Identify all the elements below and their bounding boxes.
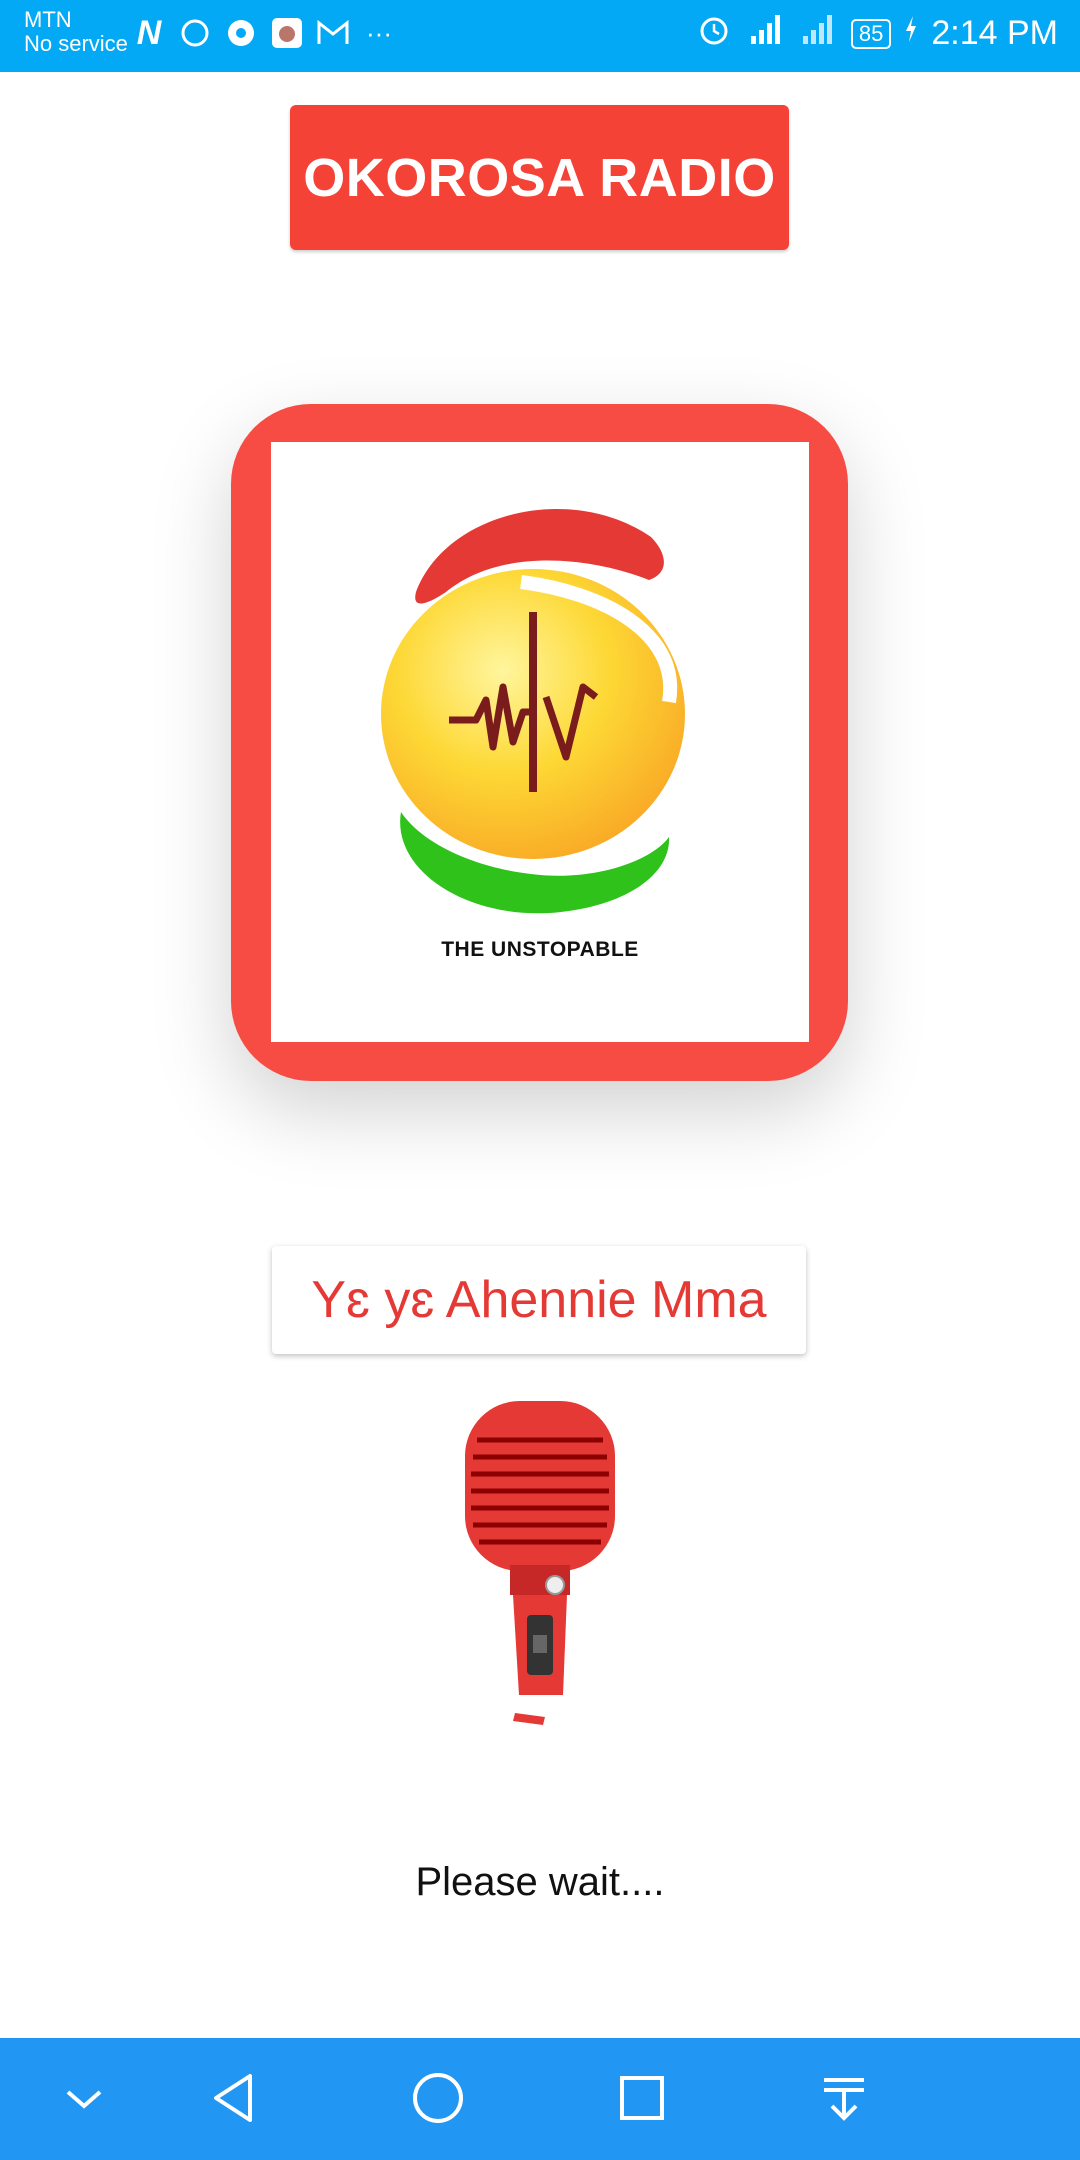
- app-screen: MTN No service N ··· 85 2:14 PM OKOROSA …: [0, 0, 1080, 2160]
- station-logo-card: THE UNSTOPABLE: [231, 404, 848, 1081]
- status-right: 85 2:14 PM: [697, 12, 1058, 55]
- status-bar: MTN No service N ··· 85 2:14 PM: [0, 0, 1080, 72]
- clock: 2:14 PM: [931, 14, 1058, 52]
- more-icon: ···: [366, 17, 392, 48]
- slogan-label: Yɛ yɛ Ahennie Mma: [272, 1246, 806, 1354]
- app-icon: [270, 16, 304, 50]
- station-logo: THE UNSTOPABLE: [271, 442, 809, 1042]
- navigation-bar: [0, 2038, 1080, 2160]
- battery-icon: 85: [850, 18, 892, 49]
- circle-icon: [178, 16, 212, 50]
- home-icon[interactable]: [406, 2066, 470, 2130]
- station-title-button[interactable]: OKOROSA RADIO: [290, 105, 789, 250]
- microphone-icon[interactable]: [445, 1395, 635, 1740]
- notification-icons: N ···: [132, 13, 396, 52]
- carrier-name: MTN: [24, 7, 72, 32]
- signal-icon: [743, 12, 787, 55]
- chrome-icon: [224, 16, 258, 50]
- charging-icon: [903, 14, 919, 53]
- back-icon[interactable]: [202, 2066, 266, 2130]
- gmail-icon: [316, 16, 350, 50]
- signal-icon: [799, 12, 839, 55]
- service-status: No service: [24, 31, 128, 57]
- loading-message: Please wait....: [415, 1860, 665, 1904]
- collapse-icon[interactable]: [52, 2066, 116, 2130]
- recents-icon[interactable]: [610, 2066, 674, 2130]
- alarm-icon: [697, 12, 731, 55]
- carrier-info: MTN No service: [24, 7, 128, 57]
- n-app-icon: N: [136, 13, 162, 52]
- logo-caption: THE UNSTOPABLE: [441, 938, 639, 961]
- notifications-pull-icon[interactable]: [812, 2066, 876, 2130]
